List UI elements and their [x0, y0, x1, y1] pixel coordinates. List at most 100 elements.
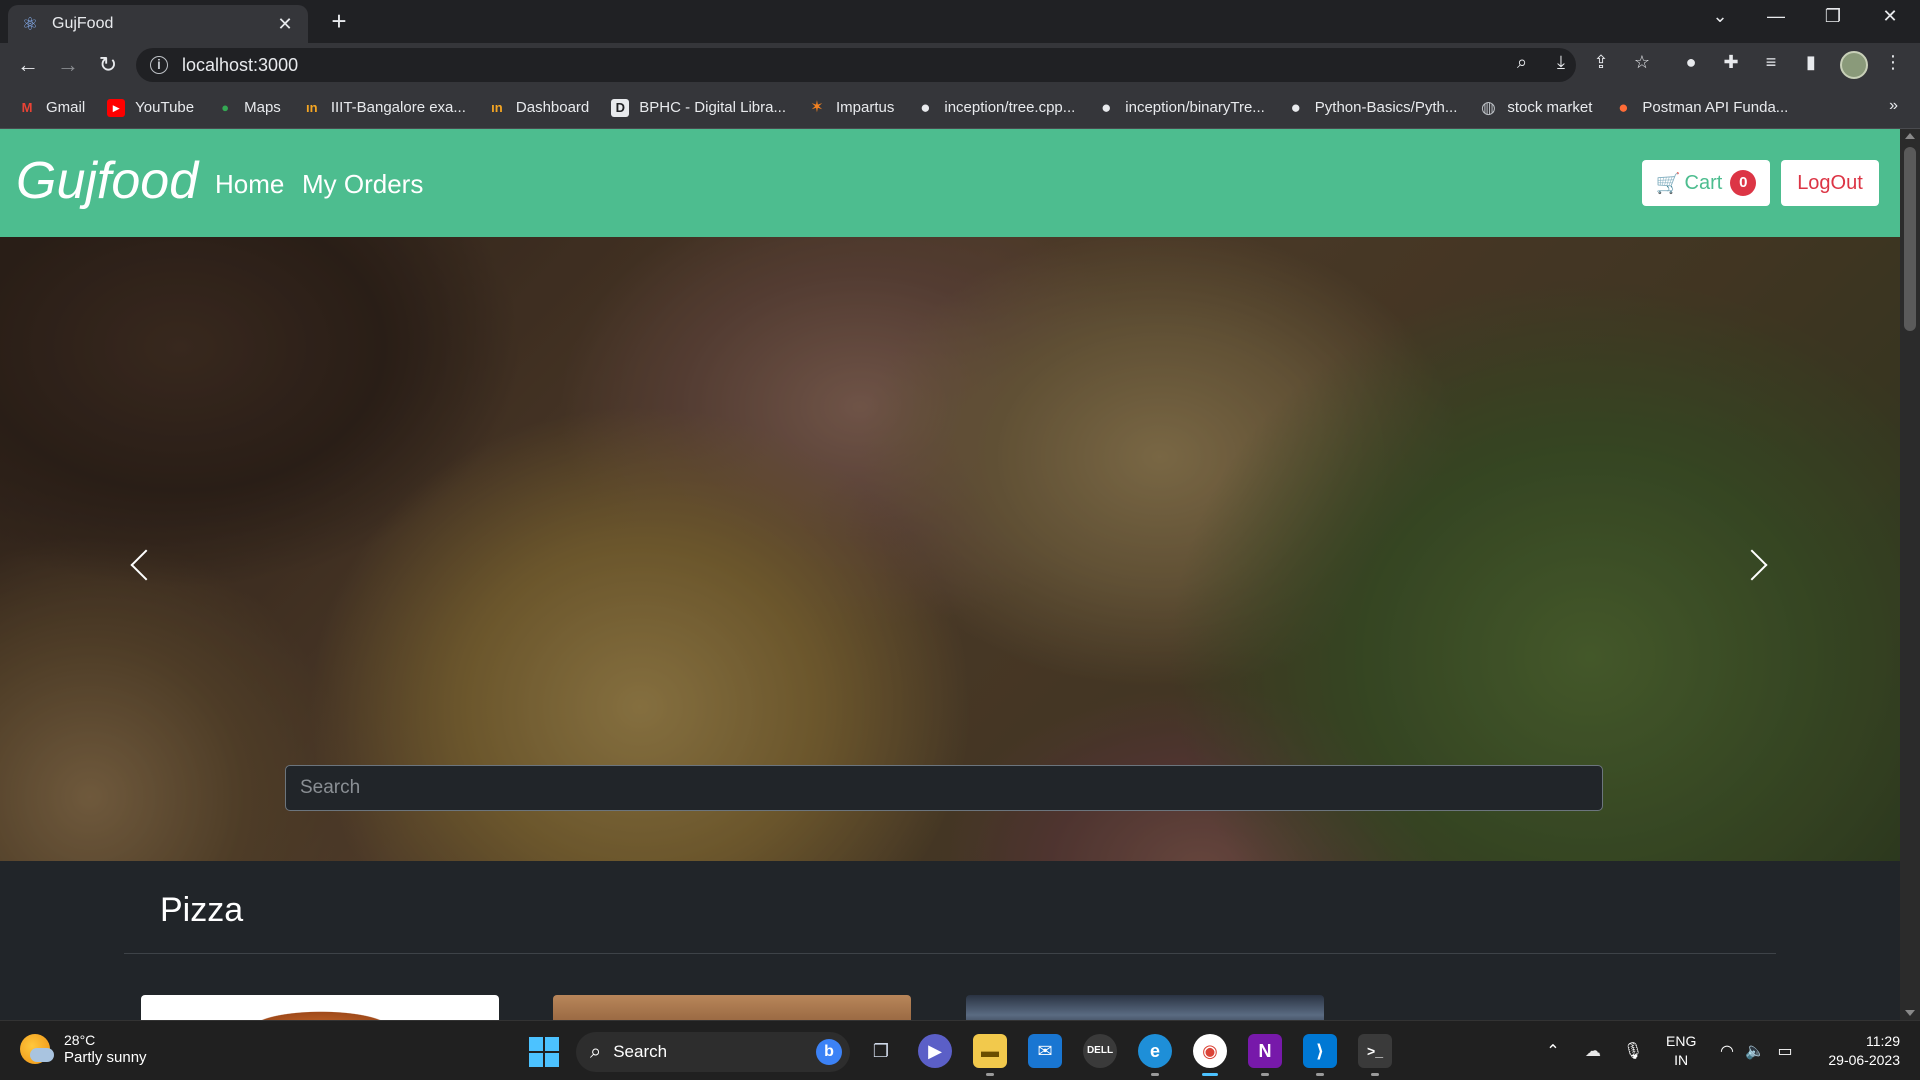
- bookmark-label: inception/tree.cpp...: [944, 99, 1076, 116]
- bookmark-maps[interactable]: ● Maps: [216, 99, 281, 117]
- more-bookmarks-icon[interactable]: »: [1889, 97, 1898, 115]
- microphone-icon[interactable]: 🎙: [1622, 1041, 1644, 1061]
- forward-icon[interactable]: →: [54, 51, 82, 79]
- bookmarks-bar: M Gmail ▶ YouTube ● Maps ın IIIT-Bangalore e…: [0, 87, 1920, 129]
- search-icon: ⌕: [590, 1040, 602, 1063]
- edge-icon[interactable]: e: [1138, 1034, 1172, 1076]
- food-card[interactable]: [141, 995, 499, 1020]
- battery-icon[interactable]: ▭: [1774, 1041, 1796, 1061]
- carousel-next-button[interactable]: [1736, 537, 1776, 587]
- info-icon[interactable]: i: [150, 56, 168, 74]
- chrome-icon[interactable]: ◉: [1193, 1034, 1227, 1076]
- carousel-prev-button[interactable]: [122, 537, 162, 587]
- lang-region: IN: [1674, 1052, 1689, 1068]
- food-card[interactable]: [966, 995, 1324, 1020]
- iiitb-icon: ın: [306, 99, 318, 115]
- bookmark-gmail[interactable]: M Gmail: [18, 99, 86, 117]
- chevron-up-icon[interactable]: ⌃: [1542, 1041, 1564, 1061]
- category-heading: Pizza: [160, 891, 244, 929]
- url-text: localhost:3000: [182, 54, 299, 75]
- bookmark-stock-market[interactable]: ◍ stock market: [1479, 98, 1593, 117]
- dell-icon[interactable]: DELL: [1083, 1034, 1117, 1068]
- close-tab-icon[interactable]: ✕: [274, 14, 296, 35]
- mail-icon[interactable]: ✉: [1028, 1034, 1062, 1068]
- taskbar-search[interactable]: ⌕ Search b: [576, 1032, 850, 1072]
- media-icon[interactable]: ≡: [1758, 52, 1784, 73]
- bookmark-iiitb[interactable]: ın IIIT-Bangalore exa...: [303, 99, 466, 117]
- nav-home-link[interactable]: Home: [215, 169, 284, 200]
- address-bar[interactable]: i localhost:3000: [136, 48, 1576, 82]
- chevron-right-icon: [1736, 549, 1768, 581]
- food-image: [241, 1009, 401, 1020]
- tab-gujfood[interactable]: ⚛ GujFood ✕: [8, 5, 308, 43]
- scrollbar-thumb[interactable]: [1904, 147, 1916, 331]
- bookmark-youtube[interactable]: ▶ YouTube: [107, 98, 195, 117]
- side-panel-icon[interactable]: ▮: [1798, 52, 1824, 73]
- scroll-up-icon[interactable]: [1905, 133, 1915, 139]
- bookmark-tree-cpp[interactable]: ● inception/tree.cpp...: [916, 97, 1076, 117]
- new-tab-button[interactable]: +: [324, 8, 354, 34]
- os-taskbar: 28°C Partly sunny ⌕ Search b ❐ ▶ ▬ ✉ DEL…: [0, 1020, 1920, 1080]
- bookmark-postman[interactable]: ● Postman API Funda...: [1614, 98, 1789, 117]
- reload-icon[interactable]: ↻: [94, 51, 122, 79]
- brand-logo[interactable]: Gujfood: [16, 151, 198, 211]
- system-clock[interactable]: 11:29 29-06-2023: [1814, 1032, 1900, 1070]
- onedrive-icon[interactable]: ☁: [1582, 1041, 1604, 1061]
- dashboard-icon: ın: [491, 99, 503, 115]
- close-window-button[interactable]: ✕: [1870, 6, 1910, 27]
- share-icon[interactable]: ⇪: [1588, 52, 1614, 73]
- temperature: 28°C: [64, 1032, 96, 1048]
- onenote-icon[interactable]: N: [1248, 1034, 1282, 1076]
- bing-icon[interactable]: b: [816, 1039, 842, 1065]
- file-explorer-icon[interactable]: ▬: [973, 1034, 1007, 1076]
- chevron-left-icon: [130, 549, 162, 581]
- food-card[interactable]: [553, 995, 911, 1020]
- terminal-icon[interactable]: >_: [1358, 1034, 1392, 1076]
- task-view-icon[interactable]: ❐: [864, 1034, 898, 1068]
- search-input[interactable]: [285, 765, 1603, 811]
- page-scrollbar[interactable]: [1900, 129, 1920, 1020]
- bookmark-bphc[interactable]: D BPHC - Digital Libra...: [611, 98, 786, 117]
- bphc-icon: D: [611, 98, 630, 117]
- teams-chat-icon[interactable]: ▶: [918, 1034, 952, 1068]
- language-indicator[interactable]: ENG IN: [1666, 1032, 1696, 1070]
- cart-icon: 🛒: [1655, 172, 1681, 195]
- cart-label: Cart: [1684, 171, 1723, 194]
- windows-start-icon[interactable]: [529, 1037, 559, 1067]
- scroll-down-icon[interactable]: [1905, 1010, 1915, 1016]
- bookmark-label: stock market: [1507, 99, 1593, 116]
- extension-icon[interactable]: ●: [1678, 52, 1704, 73]
- lang-code: ENG: [1666, 1033, 1697, 1049]
- minimize-button[interactable]: —: [1756, 6, 1796, 27]
- wifi-icon[interactable]: ◠: [1716, 1041, 1738, 1061]
- bookmark-impartus[interactable]: ✶ Impartus: [808, 99, 894, 117]
- bookmark-label: BPHC - Digital Libra...: [639, 99, 786, 116]
- menu-icon[interactable]: ⋮: [1880, 52, 1906, 73]
- page-viewport: Gujfood Home My Orders 🛒 Cart 0 LogOut P…: [0, 129, 1920, 1020]
- tab-title: GujFood: [52, 15, 114, 32]
- bookmark-binary-tree[interactable]: ● inception/binaryTre...: [1097, 98, 1265, 117]
- react-icon: ⚛: [21, 14, 39, 34]
- github-icon: ●: [1290, 97, 1301, 117]
- weather-widget[interactable]: 28°C Partly sunny: [20, 1031, 147, 1067]
- tab-search-icon[interactable]: ⌄: [1700, 6, 1740, 27]
- bookmark-python-basics[interactable]: ● Python-Basics/Pyth...: [1287, 97, 1458, 117]
- cart-button[interactable]: 🛒 Cart 0: [1642, 160, 1770, 206]
- vscode-icon[interactable]: ⟩: [1303, 1034, 1337, 1076]
- zoom-search-icon[interactable]: ⌕: [1509, 52, 1535, 73]
- restore-button[interactable]: ❐: [1813, 6, 1853, 27]
- github-icon: ●: [920, 97, 931, 117]
- install-icon[interactable]: ⤓: [1548, 52, 1574, 73]
- puzzle-icon[interactable]: ✚: [1718, 52, 1744, 73]
- bookmark-star-icon[interactable]: ☆: [1629, 52, 1655, 73]
- logout-button[interactable]: LogOut: [1781, 160, 1879, 206]
- volume-icon[interactable]: 🔈: [1744, 1041, 1766, 1061]
- bookmark-label: Postman API Funda...: [1642, 99, 1789, 116]
- back-icon[interactable]: ←: [14, 51, 42, 79]
- avatar[interactable]: [1840, 51, 1868, 79]
- bookmark-label: YouTube: [135, 99, 195, 116]
- nav-my-orders-link[interactable]: My Orders: [302, 169, 423, 200]
- impartus-icon: ✶: [810, 98, 824, 116]
- youtube-icon: ▶: [107, 98, 126, 117]
- bookmark-dashboard[interactable]: ın Dashboard: [488, 99, 589, 117]
